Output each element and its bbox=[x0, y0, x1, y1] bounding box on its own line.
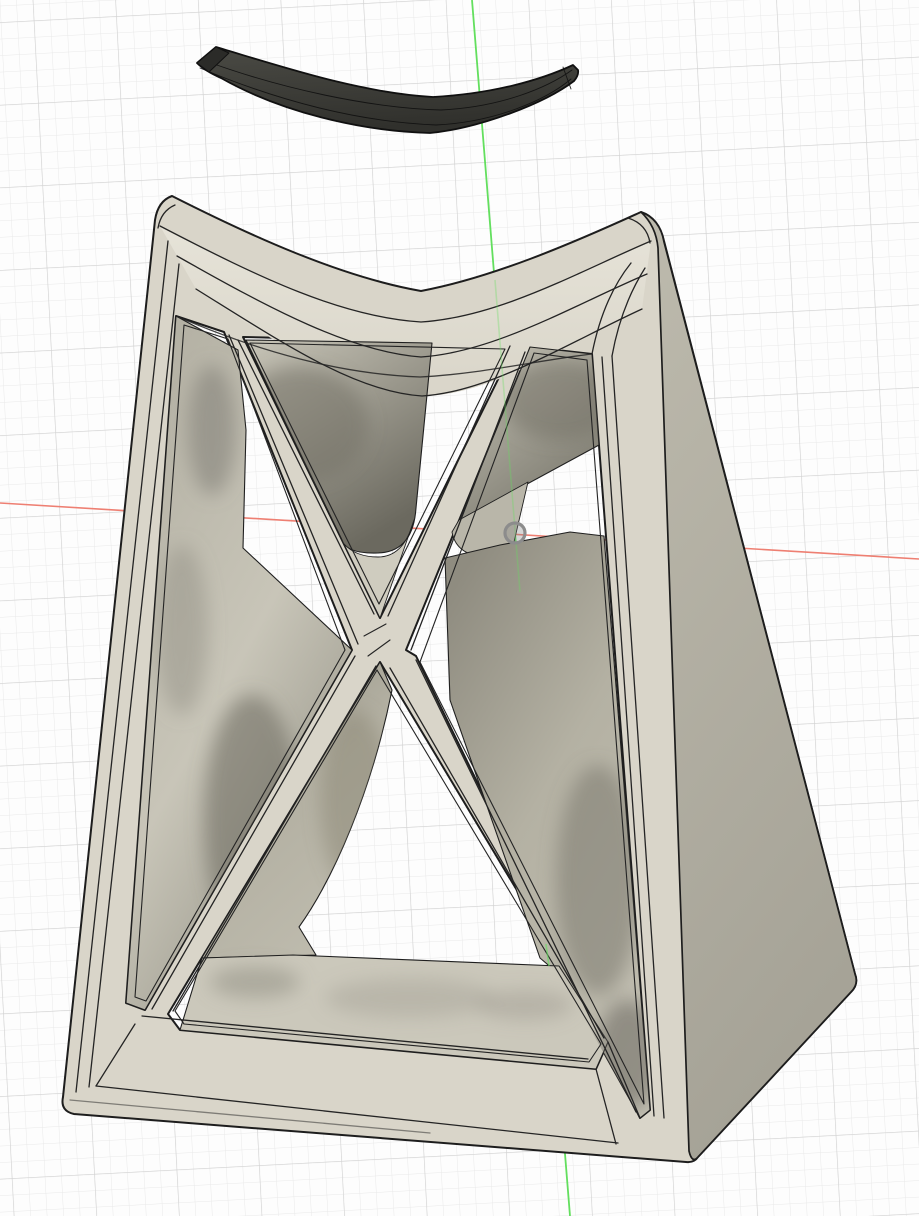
viewport-canvas[interactable] bbox=[0, 0, 919, 1216]
origin-indicator[interactable] bbox=[503, 521, 527, 545]
cad-viewport[interactable] bbox=[0, 0, 919, 1216]
